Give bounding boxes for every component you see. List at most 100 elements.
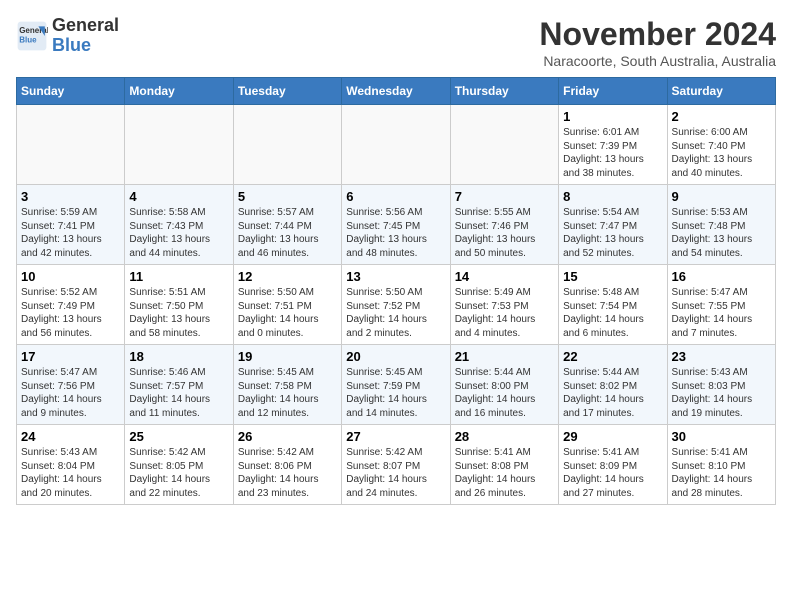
cell-info: Sunrise: 5:48 AM Sunset: 7:54 PM Dayligh…	[563, 286, 662, 340]
calendar-cell	[17, 105, 125, 185]
month-title: November 2024	[539, 16, 776, 53]
weekday-sunday: Sunday	[17, 78, 125, 105]
week-row-5: 24 Sunrise: 5:43 AM Sunset: 8:04 PM Dayli…	[17, 425, 776, 505]
cell-info: Sunrise: 5:42 AM Sunset: 8:05 PM Dayligh…	[129, 446, 228, 500]
calendar-cell: 20 Sunrise: 5:45 AM Sunset: 7:59 PM Dayli…	[342, 345, 450, 425]
cell-info: Sunrise: 5:46 AM Sunset: 7:57 PM Dayligh…	[129, 366, 228, 420]
location-title: Naracoorte, South Australia, Australia	[539, 53, 776, 69]
day-number: 9	[672, 189, 771, 204]
calendar-cell: 23 Sunrise: 5:43 AM Sunset: 8:03 PM Dayli…	[667, 345, 775, 425]
calendar-cell	[125, 105, 233, 185]
weekday-friday: Friday	[559, 78, 667, 105]
cell-info: Sunrise: 5:45 AM Sunset: 7:58 PM Dayligh…	[238, 366, 337, 420]
calendar-cell: 25 Sunrise: 5:42 AM Sunset: 8:05 PM Dayli…	[125, 425, 233, 505]
cell-info: Sunrise: 5:54 AM Sunset: 7:47 PM Dayligh…	[563, 206, 662, 260]
calendar-cell: 21 Sunrise: 5:44 AM Sunset: 8:00 PM Dayli…	[450, 345, 558, 425]
calendar-cell: 27 Sunrise: 5:42 AM Sunset: 8:07 PM Dayli…	[342, 425, 450, 505]
cell-info: Sunrise: 5:44 AM Sunset: 8:00 PM Dayligh…	[455, 366, 554, 420]
cell-info: Sunrise: 5:51 AM Sunset: 7:50 PM Dayligh…	[129, 286, 228, 340]
calendar-cell: 6 Sunrise: 5:56 AM Sunset: 7:45 PM Daylig…	[342, 185, 450, 265]
day-number: 23	[672, 349, 771, 364]
cell-info: Sunrise: 5:59 AM Sunset: 7:41 PM Dayligh…	[21, 206, 120, 260]
calendar-cell: 24 Sunrise: 5:43 AM Sunset: 8:04 PM Dayli…	[17, 425, 125, 505]
day-number: 7	[455, 189, 554, 204]
weekday-tuesday: Tuesday	[233, 78, 341, 105]
cell-info: Sunrise: 5:43 AM Sunset: 8:03 PM Dayligh…	[672, 366, 771, 420]
cell-info: Sunrise: 5:47 AM Sunset: 7:56 PM Dayligh…	[21, 366, 120, 420]
logo-icon: General Blue	[16, 20, 48, 52]
calendar-cell: 30Sunrise: 5:41 AM Sunset: 8:10 PM Dayli…	[667, 425, 775, 505]
week-row-1: 1Sunrise: 6:01 AM Sunset: 7:39 PM Daylig…	[17, 105, 776, 185]
cell-info: Sunrise: 6:01 AM Sunset: 7:39 PM Dayligh…	[563, 126, 662, 180]
calendar-cell: 7 Sunrise: 5:55 AM Sunset: 7:46 PM Daylig…	[450, 185, 558, 265]
day-number: 22	[563, 349, 662, 364]
weekday-thursday: Thursday	[450, 78, 558, 105]
week-row-4: 17Sunrise: 5:47 AM Sunset: 7:56 PM Dayli…	[17, 345, 776, 425]
cell-info: Sunrise: 5:58 AM Sunset: 7:43 PM Dayligh…	[129, 206, 228, 260]
day-number: 15	[563, 269, 662, 284]
cell-info: Sunrise: 5:52 AM Sunset: 7:49 PM Dayligh…	[21, 286, 120, 340]
calendar-cell: 2 Sunrise: 6:00 AM Sunset: 7:40 PM Daylig…	[667, 105, 775, 185]
calendar-cell: 8 Sunrise: 5:54 AM Sunset: 7:47 PM Daylig…	[559, 185, 667, 265]
weekday-monday: Monday	[125, 78, 233, 105]
day-number: 20	[346, 349, 445, 364]
cell-info: Sunrise: 6:00 AM Sunset: 7:40 PM Dayligh…	[672, 126, 771, 180]
calendar-cell: 17Sunrise: 5:47 AM Sunset: 7:56 PM Dayli…	[17, 345, 125, 425]
day-number: 13	[346, 269, 445, 284]
day-number: 29	[563, 429, 662, 444]
cell-info: Sunrise: 5:43 AM Sunset: 8:04 PM Dayligh…	[21, 446, 120, 500]
calendar-cell	[450, 105, 558, 185]
calendar-cell: 9 Sunrise: 5:53 AM Sunset: 7:48 PM Daylig…	[667, 185, 775, 265]
weekday-wednesday: Wednesday	[342, 78, 450, 105]
calendar-cell: 12 Sunrise: 5:50 AM Sunset: 7:51 PM Dayli…	[233, 265, 341, 345]
page-header: General Blue General Blue November 2024 …	[16, 16, 776, 69]
calendar-table: SundayMondayTuesdayWednesdayThursdayFrid…	[16, 77, 776, 505]
calendar-cell: 11 Sunrise: 5:51 AM Sunset: 7:50 PM Dayli…	[125, 265, 233, 345]
day-number: 16	[672, 269, 771, 284]
cell-info: Sunrise: 5:53 AM Sunset: 7:48 PM Dayligh…	[672, 206, 771, 260]
week-row-3: 10Sunrise: 5:52 AM Sunset: 7:49 PM Dayli…	[17, 265, 776, 345]
calendar-cell: 10Sunrise: 5:52 AM Sunset: 7:49 PM Dayli…	[17, 265, 125, 345]
weekday-header-row: SundayMondayTuesdayWednesdayThursdayFrid…	[17, 78, 776, 105]
day-number: 25	[129, 429, 228, 444]
calendar-cell: 28Sunrise: 5:41 AM Sunset: 8:08 PM Dayli…	[450, 425, 558, 505]
day-number: 6	[346, 189, 445, 204]
cell-info: Sunrise: 5:57 AM Sunset: 7:44 PM Dayligh…	[238, 206, 337, 260]
cell-info: Sunrise: 5:41 AM Sunset: 8:09 PM Dayligh…	[563, 446, 662, 500]
cell-info: Sunrise: 5:56 AM Sunset: 7:45 PM Dayligh…	[346, 206, 445, 260]
calendar-cell: 4 Sunrise: 5:58 AM Sunset: 7:43 PM Daylig…	[125, 185, 233, 265]
cell-info: Sunrise: 5:45 AM Sunset: 7:59 PM Dayligh…	[346, 366, 445, 420]
day-number: 21	[455, 349, 554, 364]
day-number: 8	[563, 189, 662, 204]
day-number: 4	[129, 189, 228, 204]
calendar-cell: 16Sunrise: 5:47 AM Sunset: 7:55 PM Dayli…	[667, 265, 775, 345]
calendar-cell: 1Sunrise: 6:01 AM Sunset: 7:39 PM Daylig…	[559, 105, 667, 185]
cell-info: Sunrise: 5:42 AM Sunset: 8:07 PM Dayligh…	[346, 446, 445, 500]
title-area: November 2024 Naracoorte, South Australi…	[539, 16, 776, 69]
calendar-cell: 26 Sunrise: 5:42 AM Sunset: 8:06 PM Dayli…	[233, 425, 341, 505]
day-number: 28	[455, 429, 554, 444]
day-number: 18	[129, 349, 228, 364]
day-number: 2	[672, 109, 771, 124]
day-number: 12	[238, 269, 337, 284]
calendar-cell: 13 Sunrise: 5:50 AM Sunset: 7:52 PM Dayli…	[342, 265, 450, 345]
cell-info: Sunrise: 5:50 AM Sunset: 7:52 PM Dayligh…	[346, 286, 445, 340]
cell-info: Sunrise: 5:50 AM Sunset: 7:51 PM Dayligh…	[238, 286, 337, 340]
calendar-cell: 29 Sunrise: 5:41 AM Sunset: 8:09 PM Dayli…	[559, 425, 667, 505]
cell-info: Sunrise: 5:42 AM Sunset: 8:06 PM Dayligh…	[238, 446, 337, 500]
calendar-cell	[233, 105, 341, 185]
day-number: 27	[346, 429, 445, 444]
day-number: 14	[455, 269, 554, 284]
calendar-cell: 3Sunrise: 5:59 AM Sunset: 7:41 PM Daylig…	[17, 185, 125, 265]
calendar-cell: 19Sunrise: 5:45 AM Sunset: 7:58 PM Dayli…	[233, 345, 341, 425]
svg-text:Blue: Blue	[19, 35, 37, 44]
cell-info: Sunrise: 5:41 AM Sunset: 8:10 PM Dayligh…	[672, 446, 771, 500]
day-number: 11	[129, 269, 228, 284]
calendar-cell	[342, 105, 450, 185]
day-number: 24	[21, 429, 120, 444]
calendar-cell: 15 Sunrise: 5:48 AM Sunset: 7:54 PM Dayli…	[559, 265, 667, 345]
cell-info: Sunrise: 5:55 AM Sunset: 7:46 PM Dayligh…	[455, 206, 554, 260]
calendar-cell: 5Sunrise: 5:57 AM Sunset: 7:44 PM Daylig…	[233, 185, 341, 265]
day-number: 26	[238, 429, 337, 444]
calendar-cell: 18 Sunrise: 5:46 AM Sunset: 7:57 PM Dayli…	[125, 345, 233, 425]
